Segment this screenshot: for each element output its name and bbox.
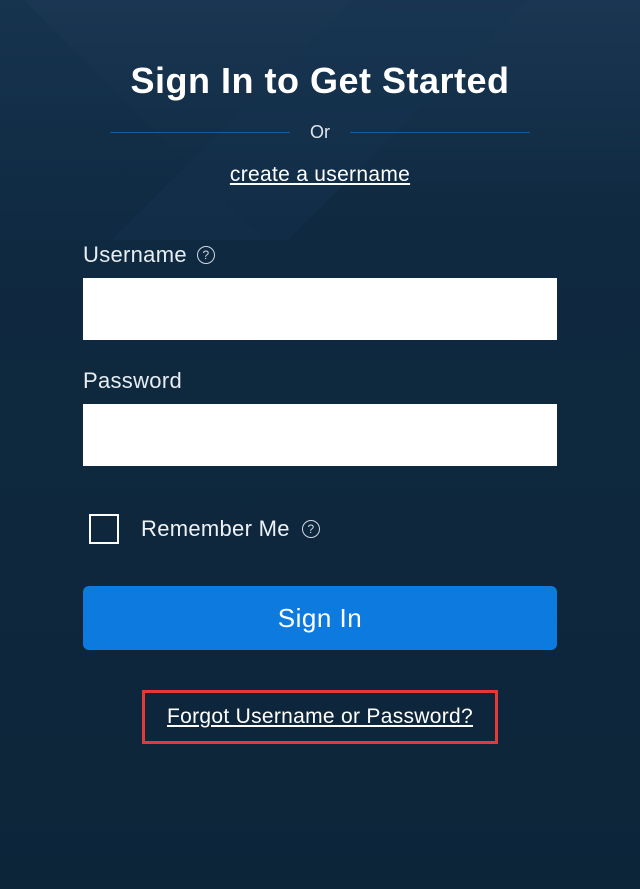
page-title: Sign In to Get Started [130, 60, 509, 102]
signin-form: Username ? Password Remember Me ? Sign I… [83, 242, 557, 744]
username-label: Username [83, 242, 187, 268]
create-username-link[interactable]: create a username [230, 163, 410, 187]
password-input[interactable] [83, 404, 557, 466]
help-icon[interactable]: ? [302, 520, 320, 538]
forgot-wrapper: Forgot Username or Password? [83, 690, 557, 744]
password-field-group: Password [83, 368, 557, 466]
remember-me-label: Remember Me [141, 516, 290, 542]
forgot-password-link[interactable]: Forgot Username or Password? [167, 705, 473, 728]
help-icon[interactable]: ? [197, 246, 215, 264]
password-label: Password [83, 368, 182, 394]
username-input[interactable] [83, 278, 557, 340]
remember-me-checkbox[interactable] [89, 514, 119, 544]
remember-me-row: Remember Me ? [83, 514, 557, 544]
divider: Or [110, 122, 530, 143]
signin-button[interactable]: Sign In [83, 586, 557, 650]
divider-line-right [350, 132, 530, 133]
username-field-group: Username ? [83, 242, 557, 340]
highlight-box: Forgot Username or Password? [142, 690, 498, 744]
divider-line-left [110, 132, 290, 133]
divider-text: Or [310, 122, 330, 143]
